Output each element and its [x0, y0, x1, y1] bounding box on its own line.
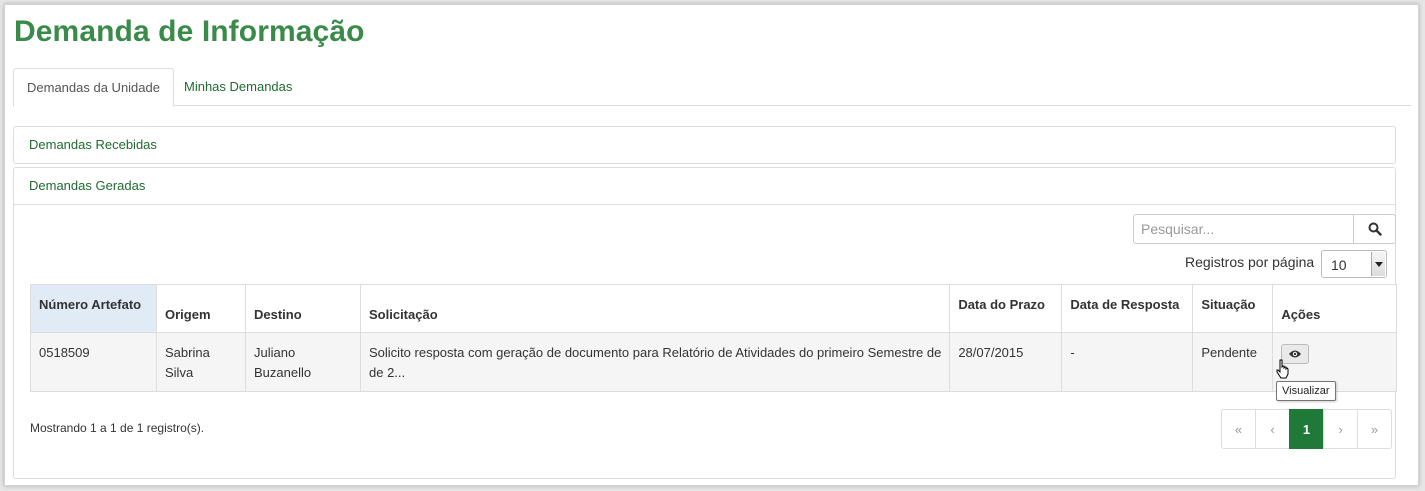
page-last-button[interactable]: »	[1357, 409, 1392, 449]
panel-demandas-geradas: Demandas Geradas Registros por página 10…	[13, 167, 1397, 479]
cell-solicitacao: Solicito resposta com geração de documen…	[359, 332, 951, 392]
tab-demandas-da-unidade[interactable]: Demandas da Unidade	[13, 68, 174, 107]
cell-solicitacao-line2: de 2...	[369, 365, 406, 380]
chevron-down-icon[interactable]	[1371, 252, 1385, 276]
cell-destino: Juliano Buzanello	[245, 332, 361, 392]
cell-solicitacao-line1: Solicito resposta com geração de documen…	[369, 345, 942, 360]
tab-bar: Demandas da Unidade Minhas Demandas	[13, 68, 1411, 107]
column-header-data-resposta[interactable]: Data de Resposta	[1061, 284, 1194, 333]
hand-cursor-icon	[1276, 359, 1289, 379]
pagination: « ‹ 1 › »	[1221, 409, 1392, 449]
cell-origem-line2: Silva	[165, 365, 194, 380]
table-header-row: Número Artefato Origem Destino Solicitaç…	[30, 284, 1397, 333]
page-prev-button[interactable]: ‹	[1255, 409, 1290, 449]
page-next-button[interactable]: ›	[1323, 409, 1358, 449]
view-tooltip: Visualizar	[1276, 381, 1336, 401]
page-title: Demanda de Informação	[14, 15, 365, 48]
cell-destino-line2: Buzanello	[254, 365, 312, 380]
column-header-origem[interactable]: Origem	[156, 284, 246, 333]
cell-situacao: Pendente	[1192, 332, 1274, 392]
search-icon	[1368, 222, 1382, 236]
panel-heading-recebidas[interactable]: Demandas Recebidas	[14, 127, 1395, 164]
column-header-situacao[interactable]: Situação	[1192, 284, 1274, 333]
cell-numero: 0518509	[30, 332, 157, 392]
column-header-solicitacao[interactable]: Solicitação	[359, 284, 951, 333]
column-header-destino[interactable]: Destino	[245, 284, 361, 333]
search-button[interactable]	[1353, 214, 1396, 244]
column-header-data-prazo[interactable]: Data do Prazo	[949, 284, 1063, 333]
panel-demandas-recebidas: Demandas Recebidas	[13, 126, 1396, 164]
eye-icon	[1289, 350, 1302, 358]
table-row: 0518509 Sabrina Silva Juliano Buzanello …	[30, 332, 1397, 392]
app-window: Demanda de Informação Demandas da Unidad…	[4, 4, 1419, 486]
demands-table: Número Artefato Origem Destino Solicitaç…	[30, 284, 1397, 392]
page-first-button[interactable]: «	[1221, 409, 1256, 449]
cell-data-resposta: -	[1061, 332, 1194, 392]
search-group	[1133, 214, 1396, 244]
cell-origem-line1: Sabrina	[165, 345, 210, 360]
panel-heading-geradas[interactable]: Demandas Geradas	[14, 168, 1395, 205]
cell-destino-line1: Juliano	[254, 345, 296, 360]
per-page-value: 10	[1331, 257, 1347, 273]
per-page-select[interactable]: 10	[1321, 250, 1387, 278]
per-page-label: Registros por página	[1185, 254, 1315, 270]
tab-minhas-demandas[interactable]: Minhas Demandas	[171, 68, 305, 107]
search-input[interactable]	[1133, 214, 1354, 244]
page-current-button[interactable]: 1	[1289, 409, 1324, 449]
column-header-numero[interactable]: Número Artefato	[30, 284, 157, 333]
column-header-acoes: Ações	[1272, 284, 1397, 333]
cell-data-prazo: 28/07/2015	[949, 332, 1063, 392]
cell-origem: Sabrina Silva	[156, 332, 246, 392]
records-info: Mostrando 1 a 1 de 1 registro(s).	[30, 421, 205, 435]
